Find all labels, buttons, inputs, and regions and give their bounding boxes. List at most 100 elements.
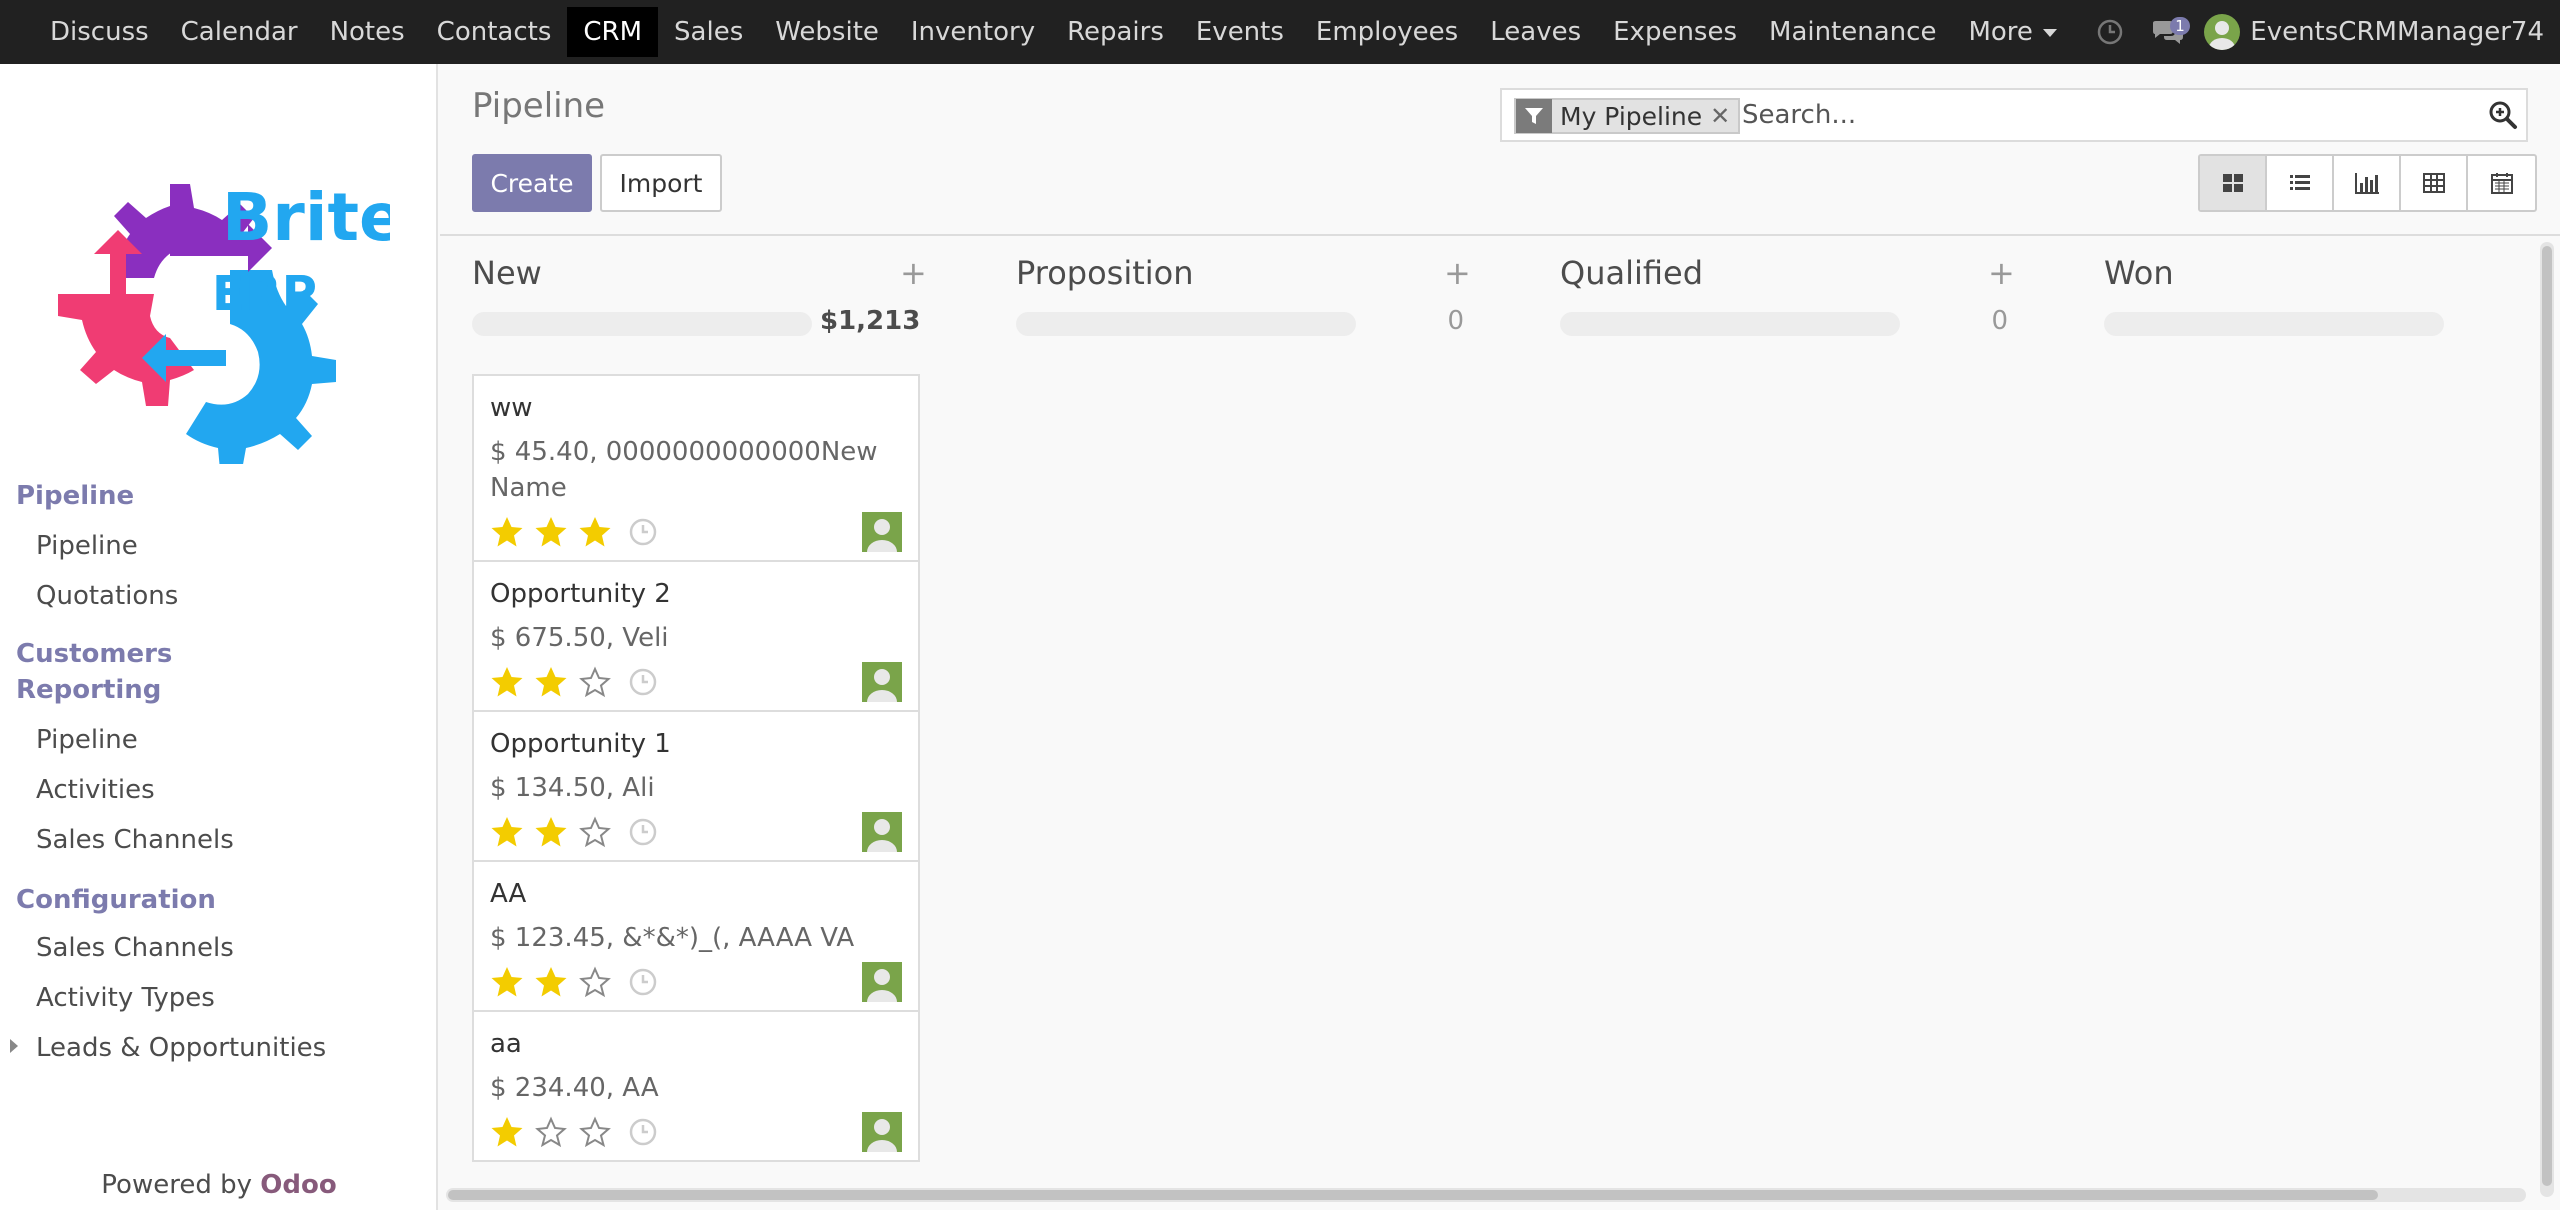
quick-create-plus-icon[interactable]: + bbox=[1988, 254, 2015, 292]
import-button[interactable]: Import bbox=[600, 154, 722, 212]
star-empty-icon[interactable] bbox=[578, 966, 612, 998]
kanban-card[interactable]: Opportunity 1 $ 134.50, Ali bbox=[472, 710, 920, 860]
caret-down-icon bbox=[2042, 28, 2057, 37]
column-total: 0 bbox=[1991, 306, 2008, 336]
menu-discuss[interactable]: Discuss bbox=[34, 7, 165, 57]
salesperson-avatar[interactable] bbox=[862, 512, 902, 552]
vertical-scroll-thumb[interactable] bbox=[2542, 246, 2552, 1186]
sidebar-item-config-sales-channels[interactable]: Sales Channels bbox=[36, 930, 234, 966]
sidebar-section-customers-reporting[interactable]: Customers Reporting bbox=[16, 636, 216, 708]
logo-text-brite: Brite bbox=[222, 179, 390, 256]
star-empty-icon[interactable] bbox=[578, 666, 612, 698]
menu-notes[interactable]: Notes bbox=[314, 7, 421, 57]
messages-icon[interactable]: 1 bbox=[2146, 0, 2190, 64]
salesperson-avatar[interactable] bbox=[862, 962, 902, 1002]
column-title[interactable]: Qualified bbox=[1560, 254, 1703, 292]
kanban-view-button[interactable] bbox=[2200, 156, 2267, 210]
column-progress-bar[interactable] bbox=[472, 312, 812, 336]
menu-inventory[interactable]: Inventory bbox=[895, 7, 1051, 57]
star-filled-icon[interactable] bbox=[490, 966, 524, 998]
user-avatar bbox=[2204, 14, 2241, 50]
odoo-link[interactable]: Odoo bbox=[260, 1170, 336, 1200]
horizontal-scroll-thumb[interactable] bbox=[448, 1190, 2378, 1200]
kanban-card[interactable]: AA $ 123.45, &*&*)_(, AAAA VA bbox=[472, 860, 920, 1010]
menu-contacts[interactable]: Contacts bbox=[421, 7, 568, 57]
sidebar-item-quotations[interactable]: Quotations bbox=[36, 578, 178, 614]
star-filled-icon[interactable] bbox=[490, 816, 524, 848]
graph-view-button[interactable] bbox=[2334, 156, 2401, 210]
menu-leaves[interactable]: Leaves bbox=[1474, 7, 1597, 57]
table-icon bbox=[2422, 173, 2445, 193]
user-menu[interactable]: EventsCRMManager74 bbox=[2204, 14, 2544, 50]
create-button[interactable]: Create bbox=[472, 154, 592, 212]
activity-clock-icon[interactable] bbox=[628, 817, 658, 847]
menu-calendar[interactable]: Calendar bbox=[165, 7, 314, 57]
column-progress-bar[interactable] bbox=[2104, 312, 2444, 336]
star-filled-icon[interactable] bbox=[534, 966, 568, 998]
star-empty-icon[interactable] bbox=[534, 1116, 568, 1148]
page-title: Pipeline bbox=[472, 86, 606, 126]
kanban-card[interactable]: aa $ 234.40, AA bbox=[472, 1010, 920, 1162]
column-progress-bar[interactable] bbox=[1016, 312, 1356, 336]
menu-website[interactable]: Website bbox=[759, 7, 895, 57]
activity-clock-icon[interactable] bbox=[2088, 0, 2132, 64]
activity-clock-icon[interactable] bbox=[628, 517, 658, 547]
kanban-column-new: New + $1,213 ww $ 45.40, 0000000000000Ne… bbox=[440, 236, 927, 1180]
quick-create-plus-icon[interactable]: + bbox=[1444, 254, 1471, 292]
card-footer bbox=[490, 1106, 902, 1160]
message-count-badge: 1 bbox=[2170, 17, 2190, 35]
salesperson-avatar[interactable] bbox=[862, 1112, 902, 1152]
sidebar-item-reporting-pipeline[interactable]: Pipeline bbox=[36, 722, 138, 758]
salesperson-avatar[interactable] bbox=[862, 662, 902, 702]
column-progress-bar[interactable] bbox=[1560, 312, 1900, 336]
activity-clock-icon[interactable] bbox=[628, 1117, 658, 1147]
sidebar-item-reporting-sales-channels[interactable]: Sales Channels bbox=[36, 822, 234, 858]
calendar-view-button[interactable] bbox=[2468, 156, 2535, 210]
search-input[interactable] bbox=[1742, 96, 2482, 134]
menu-expenses[interactable]: Expenses bbox=[1597, 7, 1753, 57]
quick-create-plus-icon[interactable]: + bbox=[900, 254, 927, 292]
search-icon[interactable] bbox=[2488, 100, 2518, 134]
priority-stars bbox=[490, 516, 658, 548]
column-title[interactable]: Won bbox=[2104, 254, 2174, 292]
menu-more[interactable]: More bbox=[1952, 7, 2072, 57]
activity-clock-icon[interactable] bbox=[628, 667, 658, 697]
column-title[interactable]: Proposition bbox=[1016, 254, 1194, 292]
search-facet[interactable]: My Pipeline ✕ bbox=[1514, 98, 1741, 134]
powered-by: Powered by Odoo bbox=[0, 1170, 438, 1200]
activity-clock-icon[interactable] bbox=[628, 967, 658, 997]
menu-sales[interactable]: Sales bbox=[658, 7, 759, 57]
sidebar-item-activity-types[interactable]: Activity Types bbox=[36, 980, 215, 1016]
star-filled-icon[interactable] bbox=[578, 516, 612, 548]
sidebar-item-activities[interactable]: Activities bbox=[36, 772, 155, 808]
caret-right-icon[interactable] bbox=[10, 1039, 18, 1053]
star-empty-icon[interactable] bbox=[578, 1116, 612, 1148]
menu-repairs[interactable]: Repairs bbox=[1051, 7, 1180, 57]
kanban-card[interactable]: ww $ 45.40, 0000000000000NewName bbox=[472, 374, 920, 560]
menu-crm[interactable]: CRM bbox=[567, 7, 659, 57]
column-title[interactable]: New bbox=[472, 254, 542, 292]
star-empty-icon[interactable] bbox=[578, 816, 612, 848]
horizontal-scrollbar[interactable] bbox=[446, 1188, 2526, 1202]
menu-employees[interactable]: Employees bbox=[1300, 7, 1474, 57]
star-filled-icon[interactable] bbox=[490, 516, 524, 548]
star-filled-icon[interactable] bbox=[534, 516, 568, 548]
vertical-scrollbar[interactable] bbox=[2540, 242, 2554, 1197]
card-title: Opportunity 1 bbox=[490, 729, 671, 759]
star-filled-icon[interactable] bbox=[490, 1116, 524, 1148]
sidebar-section-configuration[interactable]: Configuration bbox=[16, 882, 216, 918]
sidebar-section-pipeline[interactable]: Pipeline bbox=[16, 478, 134, 514]
sidebar-item-leads-opportunities[interactable]: Leads & Opportunities bbox=[36, 1030, 326, 1066]
list-view-button[interactable] bbox=[2267, 156, 2334, 210]
menu-events[interactable]: Events bbox=[1180, 7, 1300, 57]
star-filled-icon[interactable] bbox=[490, 666, 524, 698]
brite-erp-logo[interactable]: Brite ERP bbox=[50, 144, 404, 470]
menu-maintenance[interactable]: Maintenance bbox=[1753, 7, 1952, 57]
sidebar-item-pipeline[interactable]: Pipeline bbox=[36, 528, 138, 564]
pivot-view-button[interactable] bbox=[2401, 156, 2468, 210]
star-filled-icon[interactable] bbox=[534, 816, 568, 848]
remove-facet-icon[interactable]: ✕ bbox=[1710, 102, 1738, 130]
star-filled-icon[interactable] bbox=[534, 666, 568, 698]
kanban-card[interactable]: Opportunity 2 $ 675.50, Veli bbox=[472, 560, 920, 710]
salesperson-avatar[interactable] bbox=[862, 812, 902, 852]
